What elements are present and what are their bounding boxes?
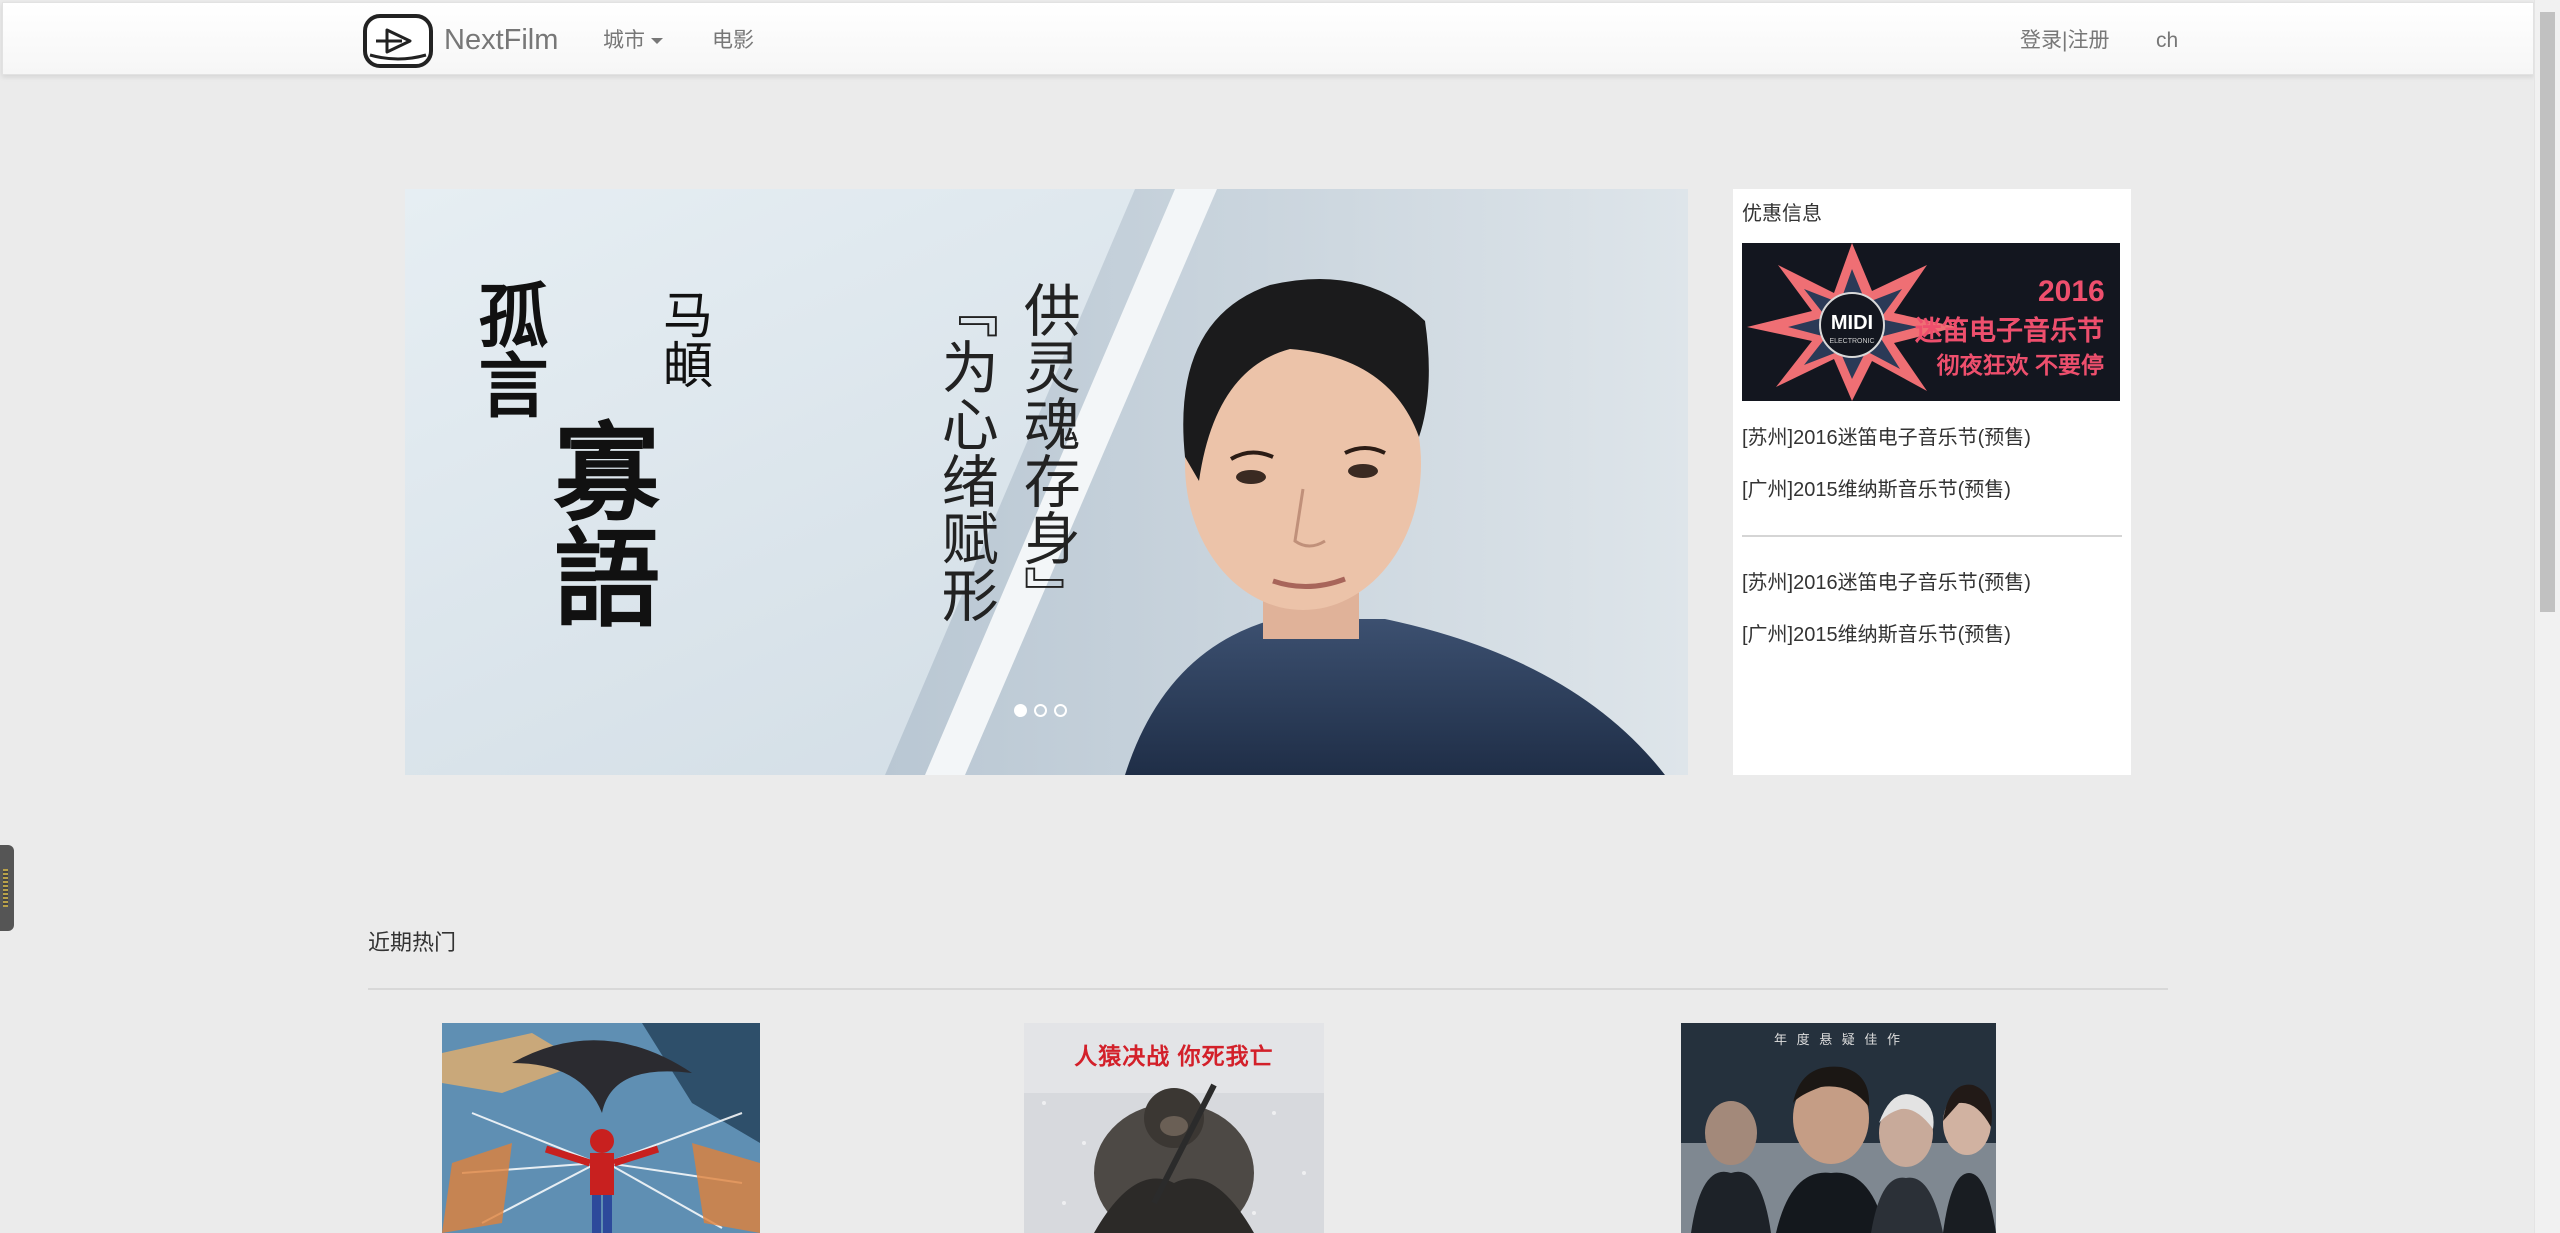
quote-col1: 『为心绪赋形: [932, 281, 999, 623]
hero-carousel[interactable]: 孤言 寡語 马頔 『为心绪赋形 供灵魂存身』: [405, 189, 1688, 775]
caret-down-icon: [651, 38, 663, 45]
poster-image: [1681, 1023, 1996, 1233]
section-divider: [368, 988, 2168, 990]
top-navbar: NextFilm 城市 电影 登录|注册 ch: [2, 2, 2534, 75]
promo-link[interactable]: [苏州]2016迷笛电子音乐节(预售): [1742, 425, 2031, 451]
login-register-link[interactable]: 登录|注册: [2020, 27, 2109, 55]
carousel-dot-3[interactable]: [1054, 704, 1067, 717]
promo-title: 优惠信息: [1742, 203, 1822, 225]
poster-image: [442, 1023, 760, 1233]
banner-brand-logo: MIDI: [1831, 312, 1873, 334]
page-scrollbar[interactable]: [2534, 0, 2560, 1233]
banner-brand-sub: ELECTRONIC: [1829, 338, 1874, 345]
poster-apes[interactable]: 人猿决战 你死我亡: [1024, 1023, 1324, 1233]
city-dropdown-label: 城市: [603, 29, 645, 52]
promo-panel: 优惠信息 MIDI ELECTRONIC 2016 迷笛电子音乐节 彻夜狂欢 不…: [1733, 189, 2131, 775]
promo-link[interactable]: [广州]2015维纳斯音乐节(预售): [1742, 622, 2011, 648]
scrollbar-thumb[interactable]: [2540, 12, 2555, 612]
city-dropdown[interactable]: 城市: [603, 27, 663, 55]
promo-divider: [1742, 535, 2122, 537]
title-art-col1: 孤言: [467, 279, 550, 419]
poster-caption: 年 度 悬 疑 佳 作: [1773, 1032, 1904, 1047]
promo-link[interactable]: [苏州]2016迷笛电子音乐节(预售): [1742, 570, 2031, 596]
carousel-indicators: [1014, 704, 1067, 717]
language-switch[interactable]: ch: [2156, 27, 2178, 55]
promo-link[interactable]: [广州]2015维纳斯音乐节(预售): [1742, 477, 2011, 503]
banner-year: 2016: [2038, 275, 2105, 308]
banner-headline: 迷笛电子音乐节: [1915, 316, 2104, 346]
logo-film-icon[interactable]: [362, 13, 434, 69]
poster-caption: 人猿决战 你死我亡: [1074, 1043, 1274, 1069]
quote-col2: 供灵魂存身』: [1014, 281, 1081, 623]
poster-thriller[interactable]: 年 度 悬 疑 佳 作: [1681, 1023, 1996, 1233]
carousel-dot-1[interactable]: [1014, 704, 1027, 717]
side-drag-handle[interactable]: [0, 845, 14, 931]
section-title-hot: 近期热门: [368, 930, 457, 955]
nav-link-movies[interactable]: 电影: [712, 27, 754, 55]
promo-banner-image[interactable]: MIDI ELECTRONIC 2016 迷笛电子音乐节 彻夜狂欢 不要停: [1742, 243, 2120, 401]
title-art-col2: 寡語: [536, 417, 661, 629]
poster-spiderman[interactable]: [442, 1023, 760, 1233]
carousel-dot-2[interactable]: [1034, 704, 1047, 717]
artist-name: 马頔: [655, 289, 713, 389]
banner-tagline: 彻夜狂欢 不要停: [1936, 352, 2104, 378]
brand-name[interactable]: NextFilm: [444, 23, 558, 57]
